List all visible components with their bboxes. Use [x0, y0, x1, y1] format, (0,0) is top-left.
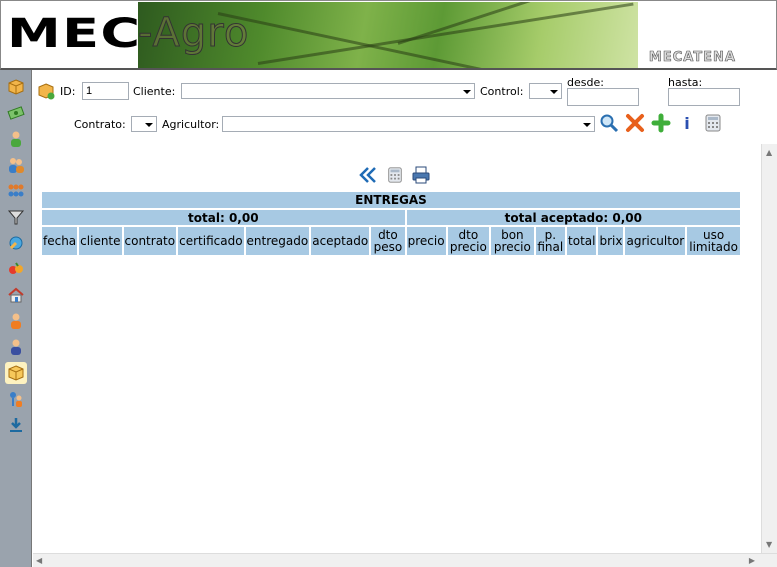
contrato-select[interactable]	[131, 116, 157, 132]
column-header[interactable]: aceptado	[311, 227, 370, 255]
logo-agro: -Agro	[138, 10, 250, 57]
clear-icon[interactable]	[624, 112, 646, 134]
filter-icon[interactable]	[5, 206, 27, 228]
agricultor-label: Agricultor:	[162, 118, 220, 131]
user-green-icon[interactable]	[5, 128, 27, 150]
info-icon[interactable]: i	[676, 112, 698, 134]
scroll-down-icon[interactable]: ▼	[766, 540, 772, 549]
total-label: total: 0,00	[42, 210, 405, 225]
chevron-down-icon	[145, 123, 153, 127]
chevron-down-icon	[583, 123, 591, 127]
id-label: ID:	[60, 85, 76, 98]
print-icon[interactable]	[410, 164, 432, 186]
column-header[interactable]: agricultor	[625, 227, 686, 255]
sidebar-toolbar	[0, 70, 32, 567]
chevron-down-icon	[550, 90, 558, 94]
box-add-icon[interactable]	[5, 76, 27, 98]
contrato-label: Contrato:	[74, 118, 126, 131]
column-header[interactable]: p. final	[535, 227, 566, 255]
scroll-right-icon[interactable]: ▶	[749, 556, 755, 565]
table-title: ENTREGAS	[42, 192, 740, 208]
column-header[interactable]: brix	[598, 227, 624, 255]
column-header[interactable]: total	[567, 227, 597, 255]
group-icon[interactable]	[5, 180, 27, 202]
pin-user-icon[interactable]	[5, 388, 27, 410]
total-aceptado-label: total aceptado: 0,00	[406, 210, 740, 225]
column-header[interactable]: bon precio	[491, 227, 534, 255]
control-select[interactable]	[529, 83, 562, 99]
column-header[interactable]: precio	[406, 227, 446, 255]
cliente-select[interactable]	[181, 83, 475, 99]
house-icon[interactable]	[5, 284, 27, 306]
column-header[interactable]: cliente	[79, 227, 122, 255]
money-icon[interactable]	[5, 102, 27, 124]
search-icon[interactable]	[598, 112, 620, 134]
table-header-row: fecha cliente contrato certificado entre…	[42, 227, 740, 255]
column-header[interactable]: dto precio	[447, 227, 490, 255]
id-input[interactable]	[82, 82, 129, 100]
vertical-scrollbar[interactable]: ▲ ▼	[761, 144, 777, 553]
control-label: Control:	[480, 85, 524, 98]
logo-mec: MEC	[7, 11, 142, 57]
column-header[interactable]: uso limitado	[687, 227, 740, 255]
header-banner: MEC -Agro MECATENA	[0, 0, 777, 70]
scroll-up-icon[interactable]: ▲	[766, 148, 772, 157]
add-icon[interactable]	[650, 112, 672, 134]
desde-input[interactable]	[567, 88, 639, 106]
column-header[interactable]: entregado	[245, 227, 310, 255]
first-page-icon[interactable]	[357, 164, 379, 186]
calculator-icon[interactable]	[702, 112, 724, 134]
banner-image: -Agro	[138, 2, 638, 68]
box-icon[interactable]	[5, 362, 27, 384]
calculator-icon[interactable]	[384, 164, 406, 186]
box-add-icon	[35, 80, 57, 102]
scroll-left-icon[interactable]: ◀	[36, 556, 42, 565]
users-icon[interactable]	[5, 154, 27, 176]
hasta-input[interactable]	[668, 88, 740, 106]
column-header[interactable]: contrato	[123, 227, 177, 255]
horizontal-scrollbar[interactable]: ◀ ▶	[33, 553, 777, 567]
download-icon[interactable]	[5, 414, 27, 436]
cliente-label: Cliente:	[133, 85, 176, 98]
brand-mecatena: MECATENA	[648, 50, 736, 66]
entregas-table: ENTREGAS total: 0,00 total aceptado: 0,0…	[40, 190, 742, 257]
column-header[interactable]: dto peso	[371, 227, 405, 255]
person-orange-icon[interactable]	[5, 310, 27, 332]
filter-form: ID: Cliente: Control: desde: hasta: Cont…	[33, 72, 775, 144]
agricultor-select[interactable]	[222, 116, 595, 132]
column-header[interactable]: fecha	[42, 227, 78, 255]
app-window: MEC -Agro MECATENA ID: 1 Cliente: Contro…	[0, 0, 777, 567]
chevron-down-icon	[463, 90, 471, 94]
column-header[interactable]: certificado	[178, 227, 244, 255]
person-blue-icon[interactable]	[5, 336, 27, 358]
paint-icon[interactable]	[5, 232, 27, 254]
fruit-icon[interactable]	[5, 258, 27, 280]
